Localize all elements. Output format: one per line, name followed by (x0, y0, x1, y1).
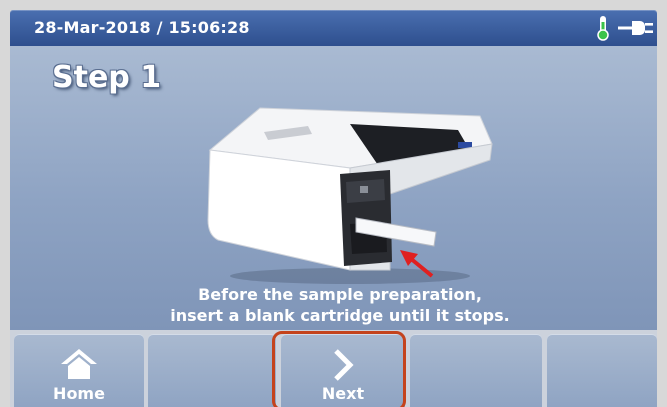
home-icon (61, 349, 97, 379)
home-label: Home (53, 384, 105, 403)
step-title: Step 1 (52, 60, 162, 95)
next-label: Next (321, 384, 365, 403)
empty-nav-button (410, 334, 542, 407)
empty-nav-button (148, 334, 276, 407)
thermometer-icon (597, 16, 609, 41)
screen: 28-Mar-2018 / 15:06:28 Step 1 Before the… (0, 0, 667, 407)
power-plug-icon (618, 21, 653, 35)
instruction-text: Before the sample preparation, insert a … (110, 284, 570, 326)
instruction-line: Before the sample preparation, (198, 285, 482, 304)
instruction-line: insert a blank cartridge until it stops. (170, 306, 510, 325)
chevron-right-icon (334, 349, 354, 381)
analyzer-device-image (207, 107, 493, 284)
status-bar: 28-Mar-2018 / 15:06:28 (10, 10, 657, 46)
home-button[interactable]: Home (14, 334, 144, 407)
next-button[interactable]: Next (281, 334, 405, 407)
empty-nav-button (547, 334, 657, 407)
datetime-display: 28-Mar-2018 / 15:06:28 (34, 18, 250, 37)
